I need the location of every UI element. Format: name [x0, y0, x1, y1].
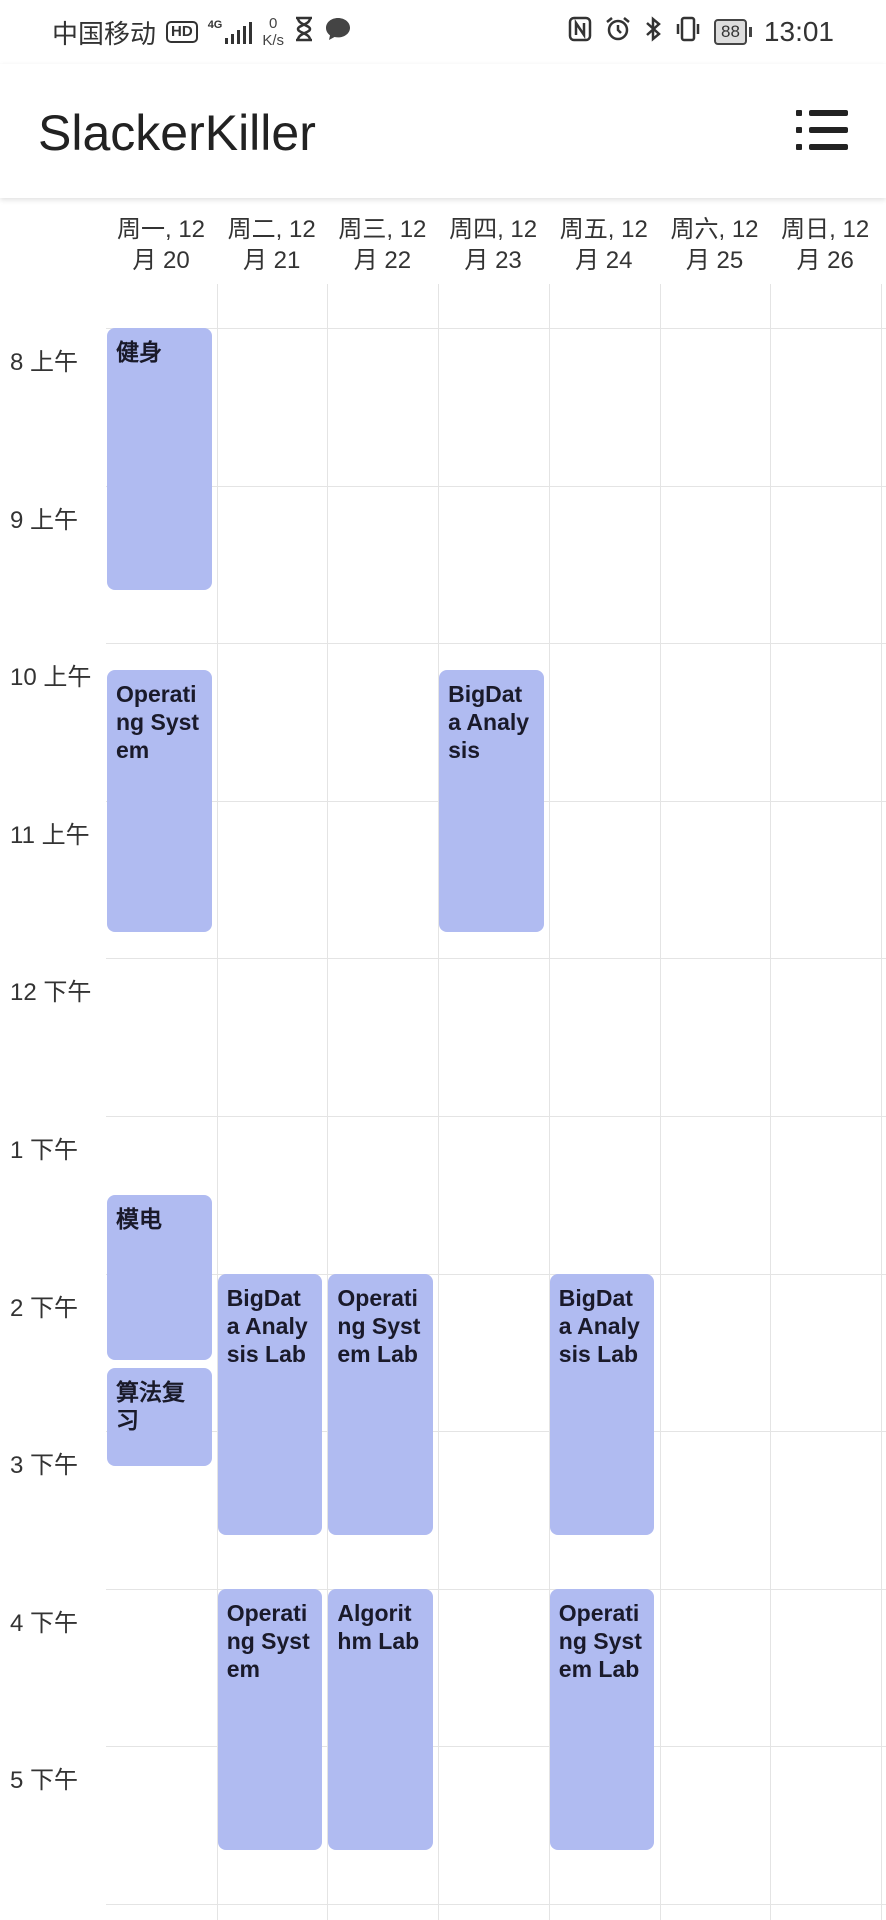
- event-card[interactable]: Operating System: [217, 1588, 323, 1851]
- grid-column-divider: [880, 284, 882, 1920]
- day-header[interactable]: 周四, 12 月 23: [438, 214, 548, 276]
- time-label: 11 上午: [10, 821, 90, 849]
- event-card[interactable]: Algorithm Lab: [328, 1588, 434, 1851]
- event-title: BigData Analysis: [448, 680, 530, 763]
- time-label: 10 上午: [10, 664, 92, 692]
- event-card[interactable]: BigData Analysis Lab: [217, 1273, 323, 1536]
- event-title: 健身: [116, 339, 162, 365]
- day-header[interactable]: 周五, 12 月 24: [549, 214, 659, 276]
- hour-gridline: [106, 643, 886, 645]
- net-speed-unit: K/s: [262, 32, 285, 49]
- event-title: 算法复习: [116, 1379, 185, 1434]
- day-header[interactable]: 周二, 12 月 21: [217, 214, 327, 276]
- status-bar: 中国移动 HD 4G 0 K/s 88 13:01: [0, 0, 886, 64]
- grid-column-divider: [770, 284, 772, 1920]
- day-header[interactable]: 周一, 12 月 20: [106, 214, 216, 276]
- network-type: 4G: [207, 19, 223, 31]
- event-title: Operating System: [116, 680, 200, 763]
- bluetooth-icon: [644, 15, 662, 50]
- day-header[interactable]: 周三, 12 月 22: [327, 214, 437, 276]
- carrier-name: 中国移动: [52, 18, 157, 49]
- signal-icon: 4G: [208, 20, 253, 44]
- event-card[interactable]: Operating System: [107, 669, 212, 932]
- event-card[interactable]: 健身: [107, 328, 212, 590]
- alarm-icon: [604, 15, 632, 50]
- status-bar-left: 中国移动 HD 4G 0 K/s: [52, 14, 352, 50]
- event-title: Operating System Lab: [337, 1284, 421, 1367]
- event-title: BigData Analysis Lab: [558, 1284, 640, 1367]
- event-card[interactable]: 模电: [107, 1194, 212, 1361]
- time-label: 1 下午: [10, 1137, 79, 1164]
- hd-icon: HD: [166, 21, 198, 43]
- net-speed-value: 0: [269, 15, 278, 32]
- hour-gridline: [106, 958, 886, 960]
- hour-gridline: [106, 1904, 886, 1905]
- event-title: Algorithm Lab: [337, 1599, 420, 1654]
- grid-column-divider: [659, 284, 661, 1920]
- time-label: 3 下午: [10, 1452, 79, 1480]
- time-label: 4 下午: [10, 1609, 79, 1637]
- hour-gridline: [106, 328, 886, 329]
- day-header[interactable]: 周日, 12 月 26: [770, 214, 880, 276]
- hour-gridline: [106, 485, 886, 487]
- battery-level: 88: [714, 19, 747, 45]
- list-menu-icon[interactable]: [796, 106, 848, 154]
- time-label: 12 下午: [10, 979, 92, 1007]
- event-card[interactable]: BigData Analysis: [439, 669, 544, 932]
- event-title: Operating System: [226, 1599, 310, 1682]
- app-title: SlackerKiller: [38, 105, 316, 161]
- event-card[interactable]: Operating System Lab: [549, 1588, 655, 1851]
- net-speed: 0 K/s: [262, 15, 284, 49]
- clock: 13:01: [763, 16, 834, 47]
- time-label: 9 上午: [10, 506, 79, 534]
- time-label: 8 上午: [10, 349, 79, 376]
- nfc-icon: [568, 16, 592, 49]
- time-label: 5 下午: [10, 1767, 79, 1795]
- event-title: BigData Analysis Lab: [226, 1284, 308, 1367]
- app-bar: SlackerKiller: [0, 64, 886, 198]
- vibrate-icon: [674, 15, 702, 50]
- hour-gridline: [106, 1116, 886, 1117]
- status-bar-right: 88 13:01: [568, 14, 834, 50]
- grid-column-divider: [438, 284, 440, 1920]
- hourglass-icon: [294, 16, 314, 49]
- event-title: Operating System Lab: [558, 1599, 642, 1682]
- event-card[interactable]: 算法复习: [107, 1368, 212, 1466]
- event-title: 模电: [116, 1205, 162, 1232]
- time-label: 2 下午: [10, 1294, 79, 1322]
- day-header[interactable]: 周六, 12 月 25: [660, 214, 770, 276]
- week-calendar[interactable]: 周一, 12 月 20 周二, 12 月 21 周三, 12 月 22 周四, 12 …: [0, 198, 886, 1920]
- message-icon: [324, 16, 352, 49]
- battery-icon: 88: [714, 19, 752, 45]
- event-card[interactable]: BigData Analysis Lab: [549, 1273, 655, 1536]
- event-card[interactable]: Operating System Lab: [328, 1273, 434, 1536]
